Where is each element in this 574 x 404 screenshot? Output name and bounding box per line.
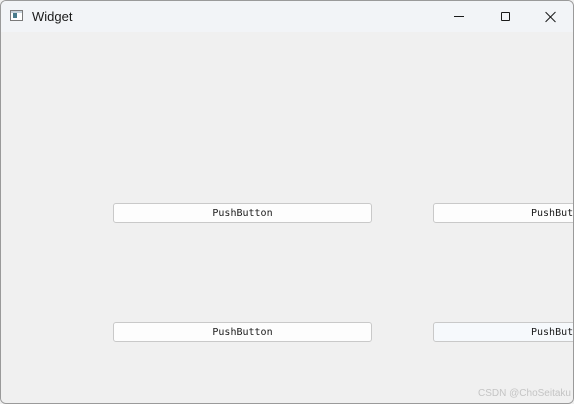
close-button[interactable] xyxy=(528,1,573,32)
push-button-3[interactable]: PushButton xyxy=(113,322,372,342)
minimize-icon xyxy=(454,16,464,17)
window-title: Widget xyxy=(32,9,73,24)
watermark-text: CSDN @ChoSeitaku xyxy=(478,388,571,399)
close-icon xyxy=(545,11,557,23)
minimize-button[interactable] xyxy=(436,1,482,32)
app-window-icon xyxy=(10,10,23,21)
widget-client-area: PushButton PushButton PushButton PushBut… xyxy=(1,32,573,403)
title-bar[interactable]: Widget xyxy=(1,1,573,32)
push-button-1[interactable]: PushButton xyxy=(113,203,372,223)
widget-window: Widget PushButton PushButton PushButton … xyxy=(0,0,574,404)
push-button-2[interactable]: PushButton xyxy=(433,203,573,223)
maximize-button[interactable] xyxy=(482,1,528,32)
maximize-icon xyxy=(500,12,510,21)
push-button-4[interactable]: PushButton xyxy=(433,322,573,342)
